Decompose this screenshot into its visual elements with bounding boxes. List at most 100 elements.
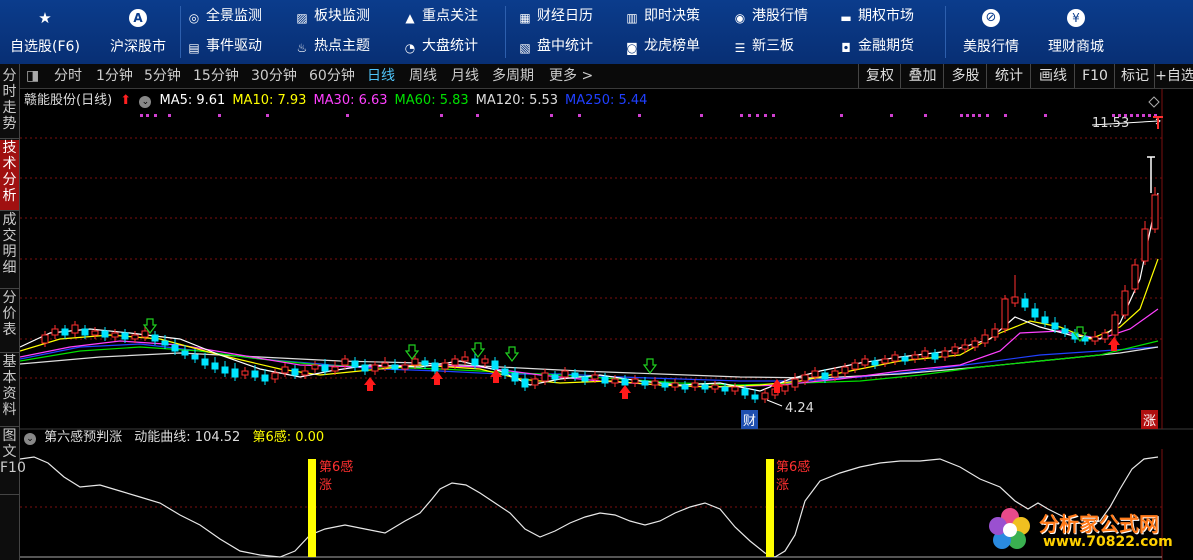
- candle-body: [151, 334, 159, 342]
- candle-body: [1151, 194, 1159, 230]
- stock-title[interactable]: 赣能股份(日线): [24, 93, 112, 108]
- candle-body: [921, 350, 929, 358]
- signal-dot: [1148, 114, 1151, 117]
- sector-icon: ▨: [296, 11, 308, 25]
- side-tab[interactable]: 分价表: [0, 290, 19, 353]
- toolbar-item[interactable]: ▨ 板块监测: [294, 5, 370, 27]
- toolbar-item[interactable]: ☰ 新三板: [732, 35, 794, 57]
- chart-icon: ▧: [519, 41, 531, 55]
- toolbar-item-label: 事件驱动: [206, 38, 262, 54]
- period-tab[interactable]: 30分钟: [251, 64, 297, 88]
- period-tab[interactable]: 60分钟: [309, 64, 355, 88]
- chart-tool-button[interactable]: F10: [1074, 64, 1115, 88]
- signal-dot: [1130, 114, 1133, 117]
- toolbar-item-label: 全景监测: [206, 8, 262, 24]
- candle-body: [271, 372, 279, 380]
- option-icon: ▬: [840, 11, 852, 25]
- candle-body: [431, 362, 439, 372]
- period-tab[interactable]: 日线: [367, 64, 395, 88]
- period-tab[interactable]: 月线: [451, 64, 479, 88]
- ma-legend-item: MA250: 5.44: [565, 93, 648, 108]
- signal-text: 第6感涨: [319, 460, 354, 493]
- watchlist-label: 自选股(F6): [10, 39, 80, 55]
- toolbar-item[interactable]: ▧ 盘中统计: [517, 35, 593, 57]
- buy-arrow-icon: [431, 371, 443, 385]
- a-share-icon: A: [129, 9, 147, 27]
- toggle-panel-icon[interactable]: ◨: [26, 64, 39, 88]
- toolbar-item-label: 重点关注: [422, 8, 478, 24]
- period-tab[interactable]: 多周期: [492, 64, 534, 88]
- side-tab[interactable]: 成交明细: [0, 212, 19, 289]
- toolbar-item-label: 热点主题: [314, 38, 370, 54]
- buy-arrow-icon: [364, 377, 376, 391]
- signal-dot: [140, 114, 143, 117]
- flame-icon: ♨: [296, 41, 308, 55]
- signal-dot: [700, 114, 703, 117]
- candle-body: [571, 372, 579, 378]
- candle-body: [801, 374, 809, 382]
- wealth-mall-button[interactable]: ¥ 理财商城: [1040, 0, 1112, 64]
- period-tab[interactable]: 分时: [54, 64, 82, 88]
- toolbar-item[interactable]: ▤ 事件驱动: [186, 35, 262, 57]
- toolbar-item-label: 新三板: [752, 38, 794, 54]
- toolbar-item[interactable]: ◎ 全景监测: [186, 5, 262, 27]
- signal-dot: [146, 114, 149, 117]
- candle-body: [141, 330, 149, 338]
- chart-tool-button[interactable]: +自选: [1154, 64, 1193, 88]
- side-tab[interactable]: 基本资料: [0, 354, 19, 427]
- toolbar-item-label: 期权市场: [858, 8, 914, 24]
- a-share-market-button[interactable]: A 沪深股市: [100, 0, 176, 64]
- candle-body: [1031, 308, 1039, 318]
- chart-tool-button[interactable]: 标记: [1114, 64, 1155, 88]
- period-tab[interactable]: 更多 >: [549, 64, 593, 88]
- ma-legend-item: MA5: 9.61: [159, 93, 226, 108]
- candle-body: [1011, 296, 1019, 304]
- toolbar-item[interactable]: ♨ 热点主题: [294, 35, 370, 57]
- candle-body: [1131, 264, 1139, 290]
- dropdown-circle-icon[interactable]: ⌄: [24, 433, 36, 445]
- toolbar-item[interactable]: ◙ 龙虎榜单: [624, 35, 700, 57]
- finance-badge[interactable]: 财: [741, 410, 759, 429]
- period-tab[interactable]: 15分钟: [193, 64, 239, 88]
- chart-tool-button[interactable]: 多股: [943, 64, 987, 88]
- candle-body: [51, 328, 59, 336]
- toolbar-item[interactable]: ▬ 期权市场: [838, 5, 914, 27]
- toolbar-item[interactable]: ▦ 财经日历: [517, 5, 593, 27]
- toolbar-item[interactable]: ◉ 港股行情: [732, 5, 808, 27]
- toolbar-divider: [505, 6, 506, 58]
- chart-tool-button[interactable]: 画线: [1030, 64, 1075, 88]
- toolbar-item[interactable]: ▲ 重点关注: [402, 5, 478, 27]
- period-tab[interactable]: 1分钟: [96, 64, 133, 88]
- signal-dot: [972, 114, 975, 117]
- period-tab[interactable]: 周线: [409, 64, 437, 88]
- toolbar-item[interactable]: ◔ 大盘统计: [402, 35, 478, 57]
- candle-body: [701, 384, 709, 390]
- chart-tool-button[interactable]: 复权: [858, 64, 901, 88]
- toolbar-item[interactable]: ◘ 金融期货: [838, 35, 914, 57]
- candle-body: [911, 354, 919, 360]
- period-tab[interactable]: 5分钟: [144, 64, 181, 88]
- candle-body: [41, 334, 49, 344]
- toolbar-item[interactable]: ▥ 即时决策: [624, 5, 700, 27]
- flower-logo-icon: [989, 508, 1030, 549]
- chart-tool-button[interactable]: 叠加: [900, 64, 944, 88]
- watchlist-button[interactable]: ★ 自选股(F6): [4, 0, 86, 64]
- candle-body: [601, 376, 609, 384]
- side-tab[interactable]: 技术分析: [0, 140, 19, 211]
- us-stock-button[interactable]: ⊘ 美股行情: [955, 0, 1027, 64]
- side-tab[interactable]: 图文F10: [0, 428, 26, 495]
- candle-body: [1141, 228, 1149, 262]
- candle-body: [511, 372, 519, 382]
- dropdown-circle-icon[interactable]: ⌄: [139, 96, 152, 108]
- side-tab[interactable]: 分时走势: [0, 68, 19, 139]
- ma5-line: [20, 192, 1159, 392]
- candle-body: [641, 380, 649, 386]
- stock-chart[interactable]: [20, 89, 1193, 560]
- candle-body: [101, 330, 109, 338]
- signal-dot: [440, 114, 443, 117]
- chart-tool-button[interactable]: 统计: [986, 64, 1031, 88]
- candle-body: [931, 352, 939, 360]
- indicator-title: 第六感预判涨: [44, 430, 123, 445]
- candle-body: [491, 360, 499, 370]
- candle-body: [1001, 298, 1009, 330]
